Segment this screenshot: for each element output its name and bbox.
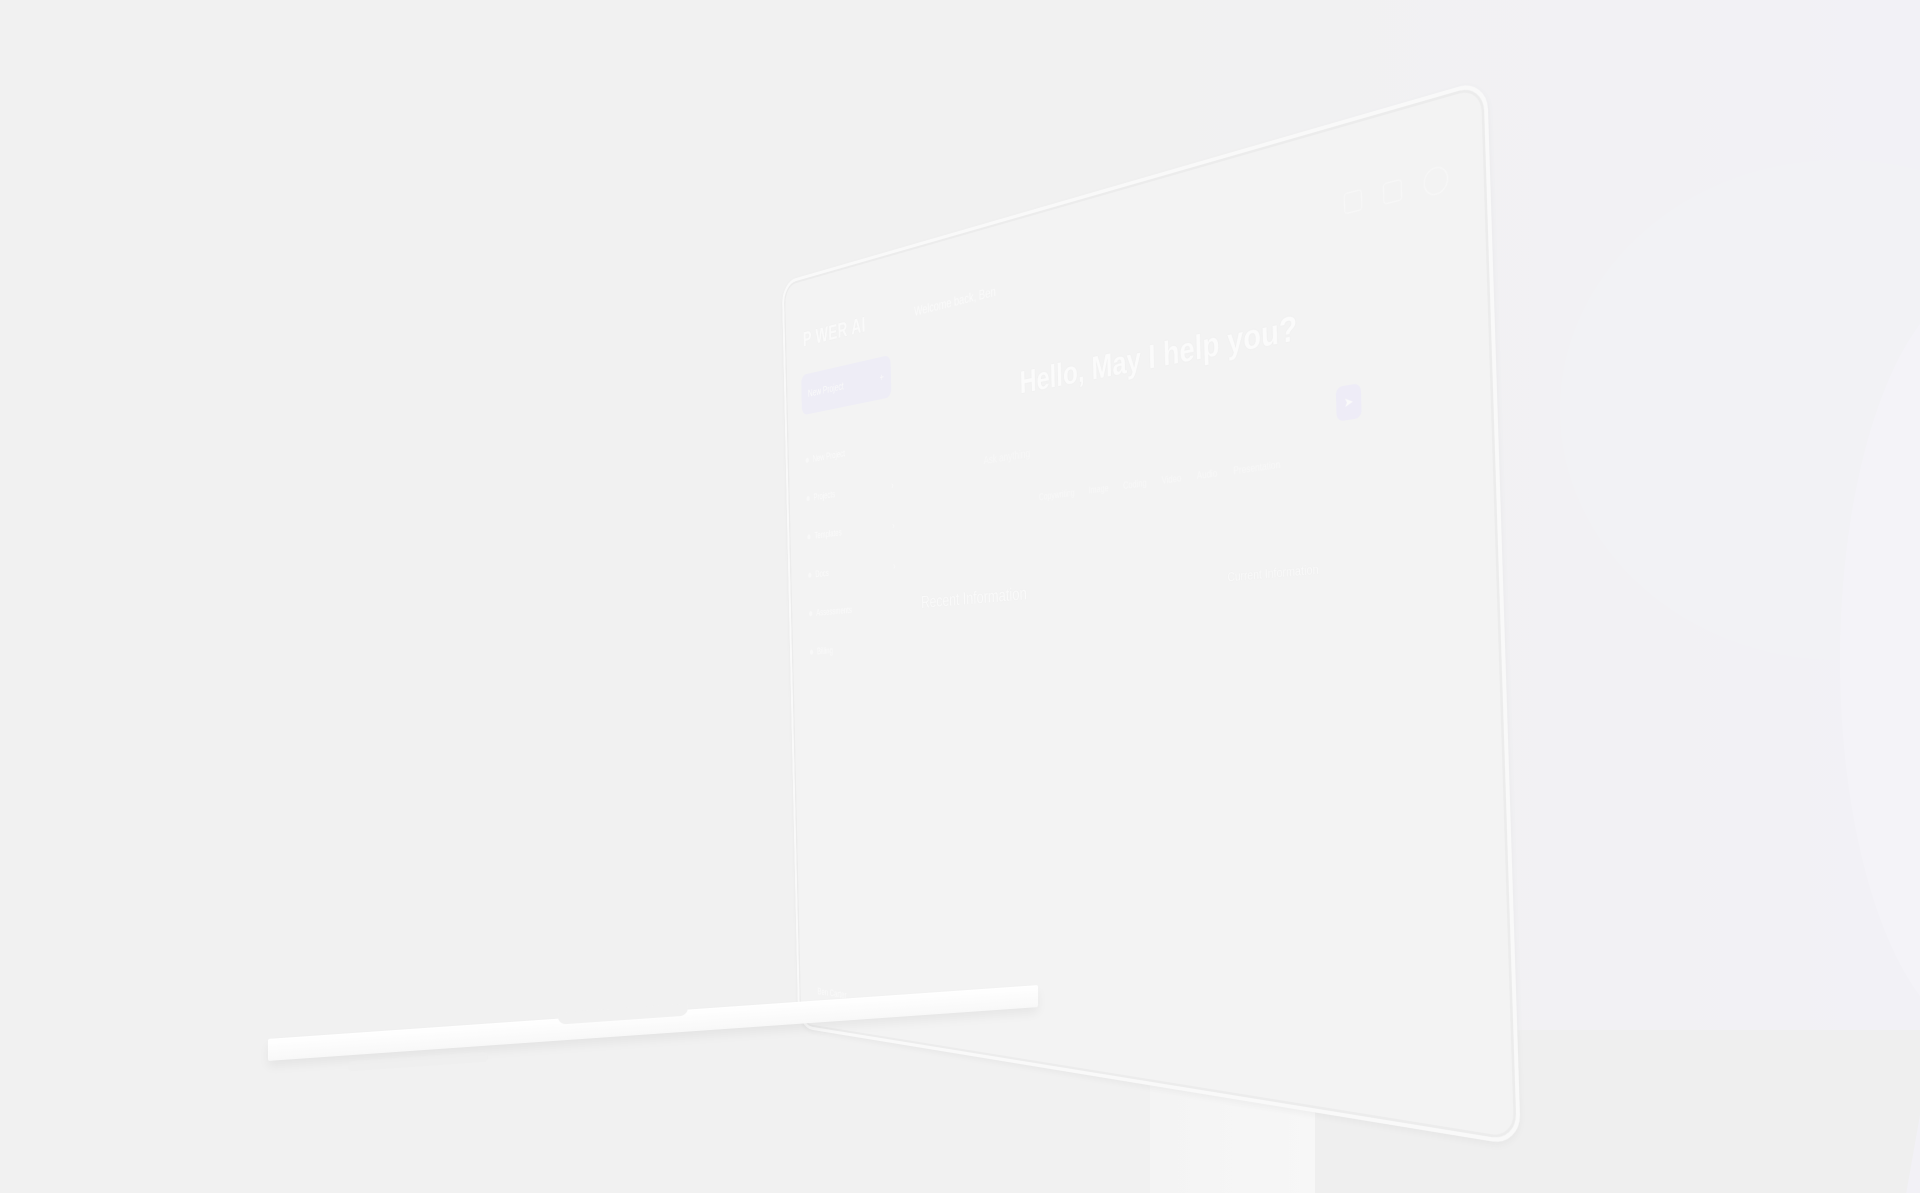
- current-information-link[interactable]: Current Information: [1227, 563, 1319, 585]
- sidebar-nav: New Project Projects › Templates › Docs …: [805, 423, 906, 671]
- chevron-right-icon: ›: [892, 519, 895, 531]
- chip-image[interactable]: Image: [1089, 483, 1109, 496]
- bullet-icon: [808, 572, 812, 579]
- laptop-screen-frame: P WER AI New Project + New Project Proje…: [781, 78, 1590, 1147]
- chip-presentation[interactable]: Presentation: [1233, 459, 1280, 477]
- app-logo: P WER AI: [802, 313, 866, 352]
- bullet-icon: [808, 611, 813, 617]
- sidebar-item-label: Assessments: [816, 604, 853, 618]
- sidebar-item-assessments[interactable]: Assessments: [808, 586, 897, 633]
- bullet-icon: [807, 534, 811, 540]
- plus-icon: +: [879, 371, 884, 385]
- send-button[interactable]: ➤: [1335, 383, 1362, 422]
- mockup-scene: P WER AI New Project + New Project Proje…: [0, 0, 1920, 1193]
- chevron-right-icon: ›: [891, 479, 894, 491]
- recent-title: Recent Information: [920, 584, 1028, 613]
- sidebar-item-label: Projects: [813, 488, 836, 503]
- main-content: Welcome back, Ben Hello, May I help you?…: [905, 91, 1489, 1080]
- send-icon: ➤: [1343, 394, 1354, 411]
- laptop-screen: P WER AI New Project + New Project Proje…: [781, 78, 1521, 1147]
- laptop-base: [268, 985, 1038, 1079]
- top-icons: [1343, 163, 1449, 217]
- bell-icon[interactable]: [1382, 178, 1403, 206]
- gear-icon[interactable]: [1343, 188, 1363, 215]
- sidebar-item-label: Billing: [816, 645, 834, 657]
- new-project-button[interactable]: New Project +: [801, 354, 892, 416]
- bullet-icon: [809, 649, 814, 655]
- sidebar-item-label: Docs: [815, 567, 829, 580]
- sidebar: P WER AI New Project + New Project Proje…: [796, 284, 915, 1011]
- new-project-label: New Project: [807, 380, 844, 400]
- sidebar-item-billing[interactable]: Billing: [809, 626, 897, 671]
- sidebar-item-label: New Project: [812, 447, 846, 464]
- recent-section: Recent Information Current Information: [914, 544, 1473, 614]
- chip-audio[interactable]: Audio: [1197, 468, 1218, 482]
- bullet-icon: [806, 495, 810, 502]
- chip-video[interactable]: Video: [1162, 473, 1182, 487]
- chip-copywriting[interactable]: Copywriting: [1039, 487, 1075, 502]
- chevron-right-icon: ›: [893, 560, 896, 572]
- welcome-text: Welcome back, Ben: [913, 283, 996, 320]
- search-placeholder: Ask anything: [983, 447, 1031, 468]
- bullet-icon: [805, 457, 809, 464]
- chip-coding[interactable]: Coding: [1123, 477, 1147, 491]
- sidebar-item-label: Templates: [814, 526, 842, 541]
- laptop-base-edge: [348, 1051, 488, 1072]
- power-icon[interactable]: [1423, 163, 1449, 198]
